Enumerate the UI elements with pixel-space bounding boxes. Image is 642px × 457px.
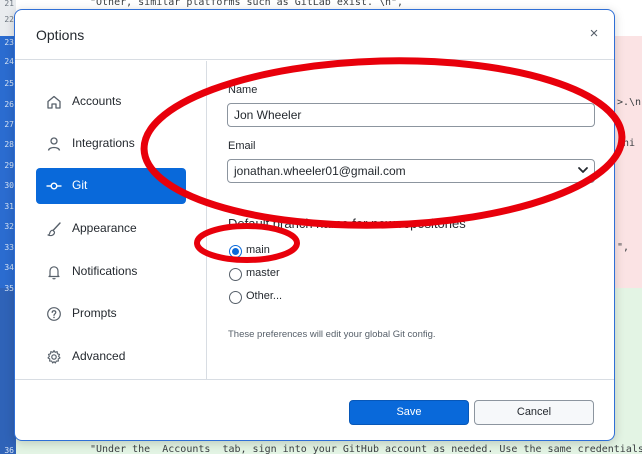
sidebar-item-accounts[interactable]: Accounts bbox=[36, 84, 186, 120]
sidebar-item-notifications[interactable]: Notifications bbox=[36, 254, 186, 290]
sidebar-item-label: Appearance bbox=[72, 221, 137, 235]
line-number: 21 bbox=[4, 0, 14, 8]
line-number: 36 bbox=[4, 446, 14, 455]
git-config-note: These preferences will edit your global … bbox=[228, 329, 436, 340]
code-snippet: >.\n bbox=[617, 97, 642, 108]
bell-icon bbox=[48, 266, 60, 280]
sidebar-item-integrations[interactable]: Integrations bbox=[36, 126, 186, 162]
branch-section-heading: Default branch name for new repositories bbox=[228, 216, 466, 231]
options-dialog: Options × Accounts Integrations Git Appe… bbox=[14, 9, 615, 441]
email-field-label: Email bbox=[228, 140, 256, 152]
code-line-36: "Under the Accounts tab, sign into your … bbox=[90, 444, 642, 455]
gear-icon bbox=[47, 349, 61, 364]
name-input[interactable]: Jon Wheeler bbox=[227, 103, 595, 127]
dialog-header: Options × bbox=[15, 10, 614, 60]
sidebar-item-git[interactable]: Git bbox=[36, 168, 186, 204]
sidebar-item-label: Advanced bbox=[72, 349, 126, 363]
radio-label: main bbox=[246, 244, 270, 256]
email-select-value: jonathan.wheeler01@gmail.com bbox=[234, 164, 406, 178]
paintbrush-icon bbox=[47, 222, 61, 237]
home-icon bbox=[47, 95, 61, 109]
radio-label: master bbox=[246, 267, 280, 279]
sidebar-item-label: Integrations bbox=[72, 136, 135, 150]
sidebar-item-appearance[interactable]: Appearance bbox=[36, 211, 186, 247]
options-sidebar: Accounts Integrations Git Appearance Not… bbox=[15, 61, 207, 379]
question-icon bbox=[47, 307, 61, 321]
git-settings-panel: Name Jon Wheeler Email jonathan.wheeler0… bbox=[208, 61, 614, 379]
chevron-down-icon bbox=[578, 167, 588, 173]
dialog-footer: Save Cancel bbox=[15, 379, 614, 440]
radio-button[interactable] bbox=[229, 245, 242, 258]
code-snippet: ", bbox=[617, 242, 630, 253]
sidebar-item-label: Git bbox=[72, 178, 88, 192]
sidebar-item-label: Prompts bbox=[72, 306, 117, 320]
close-icon: × bbox=[589, 25, 599, 42]
code-line-21: "Other, similar platforms such as GitLab… bbox=[90, 0, 404, 8]
code-snippet: ini bbox=[617, 138, 636, 149]
email-select[interactable]: jonathan.wheeler01@gmail.com bbox=[227, 159, 595, 183]
save-button[interactable]: Save bbox=[349, 400, 469, 425]
sidebar-item-label: Notifications bbox=[72, 264, 138, 278]
radio-label: Other... bbox=[246, 290, 283, 302]
name-field-label: Name bbox=[228, 84, 258, 96]
close-button[interactable]: × bbox=[584, 24, 604, 44]
dialog-title: Options bbox=[36, 27, 85, 43]
sidebar-item-prompts[interactable]: Prompts bbox=[36, 296, 186, 332]
sidebar-item-advanced[interactable]: Advanced bbox=[36, 339, 186, 375]
person-icon bbox=[47, 137, 61, 151]
cancel-button[interactable]: Cancel bbox=[474, 400, 594, 425]
radio-button[interactable] bbox=[229, 268, 242, 281]
radio-button[interactable] bbox=[229, 291, 242, 304]
sidebar-item-label: Accounts bbox=[72, 94, 122, 108]
git-commit-icon bbox=[46, 182, 62, 190]
